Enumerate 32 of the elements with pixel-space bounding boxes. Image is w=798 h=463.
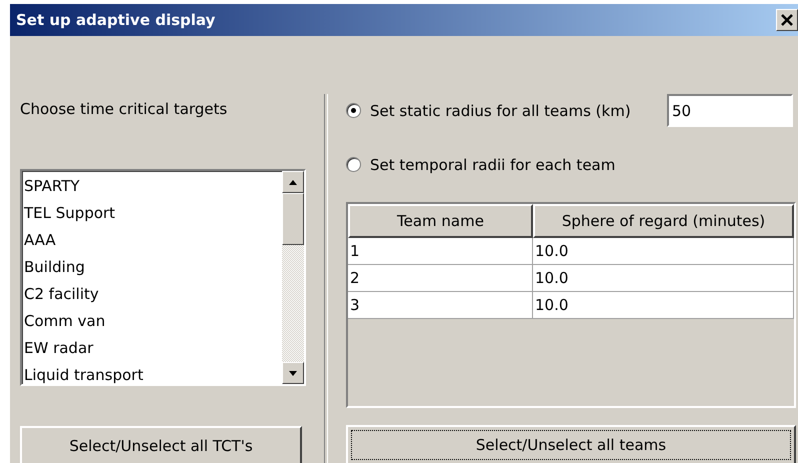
- scroll-down-button[interactable]: [282, 362, 304, 384]
- list-item[interactable]: TEL Support: [24, 200, 282, 227]
- down-arrow-icon: [289, 370, 297, 376]
- scroll-up-button[interactable]: [282, 171, 304, 193]
- radio-circle-icon[interactable]: [346, 103, 361, 118]
- list-item[interactable]: SPARTY: [24, 173, 282, 200]
- table-cell: 2: [348, 265, 533, 292]
- window-title: Set up adaptive display: [16, 11, 216, 29]
- list-item[interactable]: Comm van: [24, 308, 282, 335]
- table-cell: 3: [348, 292, 533, 319]
- up-arrow-icon: [289, 180, 297, 184]
- radius-field[interactable]: 50: [667, 94, 793, 127]
- list-label: Choose time critical targets: [20, 99, 228, 119]
- list-item[interactable]: Building: [24, 254, 282, 281]
- close-button[interactable]: [776, 9, 798, 31]
- table-cell: 10.0: [533, 292, 794, 319]
- radio-option[interactable]: Set temporal radii for each team: [346, 156, 616, 174]
- select-all-targets-button[interactable]: Select/Unselect all TCT's: [20, 426, 302, 463]
- list-item[interactable]: AAA: [24, 227, 282, 254]
- table-cell: 1: [348, 238, 533, 265]
- list-item[interactable]: C2 facility: [24, 281, 282, 308]
- list-item[interactable]: Liquid transport: [24, 362, 282, 389]
- column-header[interactable]: Team name: [348, 204, 533, 238]
- radio-option[interactable]: Set static radius for all teams (km): [346, 102, 631, 120]
- close-icon: [781, 14, 793, 26]
- table-cell: 10.0: [533, 265, 794, 292]
- column-header[interactable]: Sphere of regard (minutes): [533, 204, 794, 238]
- select-all-teams-button[interactable]: Select/Unselect all teams: [346, 425, 796, 463]
- list-item[interactable]: EW radar: [24, 335, 282, 362]
- scroll-thumb[interactable]: [282, 193, 304, 245]
- table-cell: 10.0: [533, 238, 794, 265]
- radio-circle-icon[interactable]: [346, 157, 361, 172]
